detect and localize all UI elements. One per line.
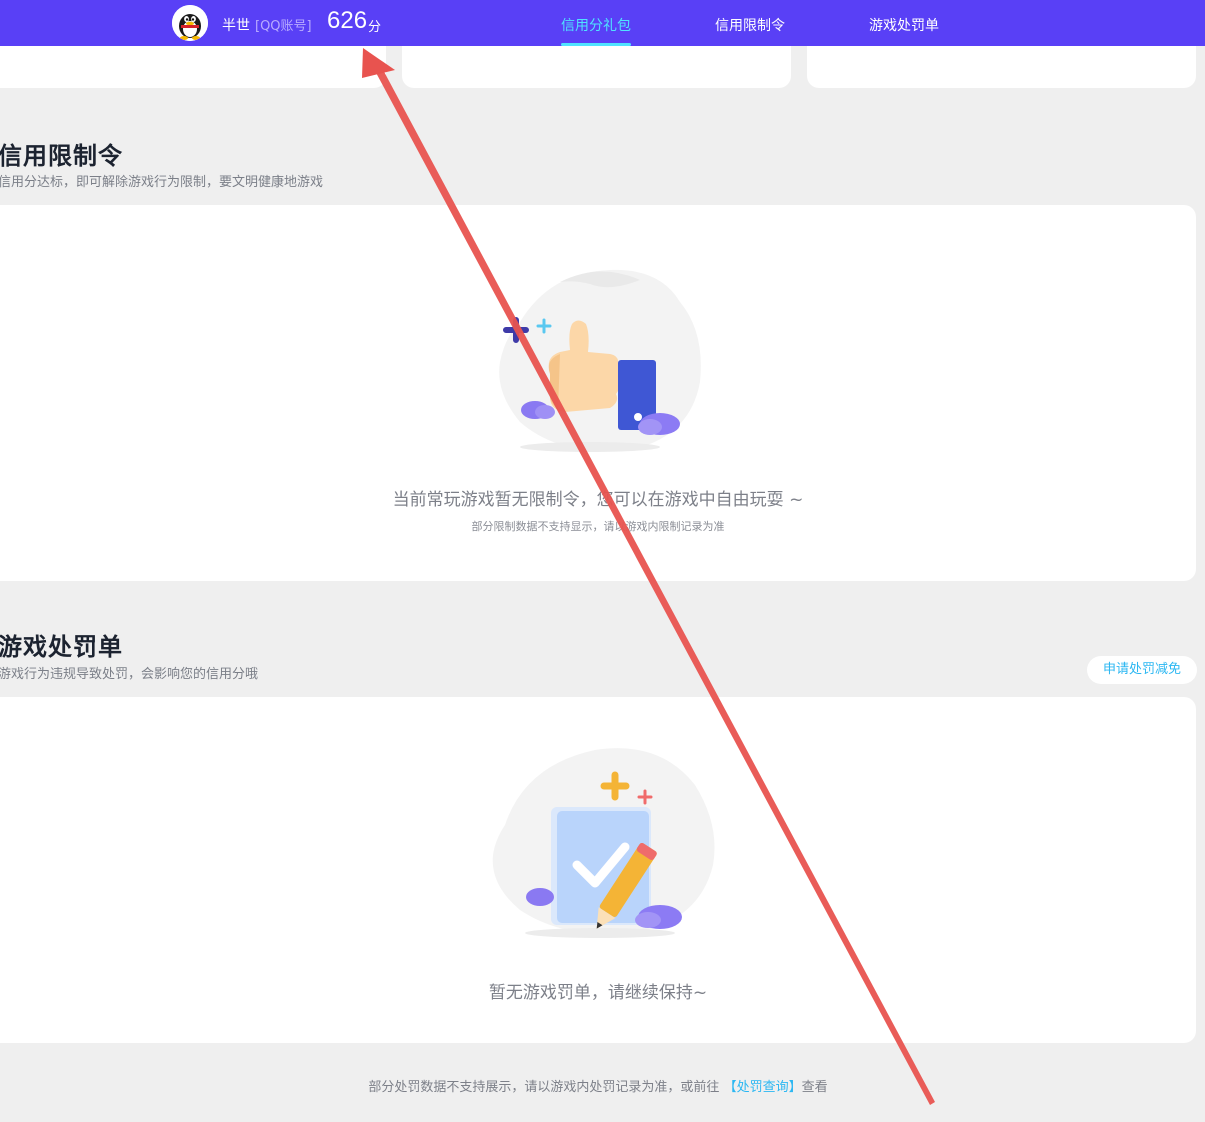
penalty-section-subtitle: 游戏行为违规导致处罚，会影响您的信用分哦 (0, 667, 259, 682)
restriction-section-subtitle: 信用分达标，即可解除游戏行为限制，要文明健康地游戏 (0, 175, 324, 190)
user-name: 半世 (222, 18, 250, 34)
restriction-note: 部分限制数据不支持显示，请以游戏内限制记录为准 (471, 520, 725, 533)
tab-game-penalty[interactable]: 游戏处罚单 (869, 15, 939, 35)
credit-page: 半世 [QQ账号] 626 分 信用分礼包 信用限制令 游戏处罚单 信用限制令 … (0, 0, 1205, 1122)
account-type: [QQ账号] (255, 19, 312, 34)
apply-penalty-reduction-button[interactable]: 申请处罚减免 (1087, 656, 1197, 684)
qq-penguin-avatar-icon (172, 5, 208, 41)
penalty-query-link[interactable]: 【处罚查询】 (724, 1080, 802, 1095)
penalty-section-title: 游戏处罚单 (0, 633, 123, 661)
footer-text-before: 部分处罚数据不支持展示，请以游戏内处罚记录为准，或前往 (368, 1080, 720, 1095)
user-avatar[interactable] (172, 5, 208, 41)
top-nav-bar: 半世 [QQ账号] 626 分 信用分礼包 信用限制令 游戏处罚单 (0, 0, 1205, 46)
tab-credit-restriction[interactable]: 信用限制令 (715, 15, 785, 35)
thumbs-up-illustration-icon (499, 269, 701, 452)
active-tab-indicator (561, 43, 631, 46)
credit-score: 626 (327, 7, 368, 34)
restriction-section-title: 信用限制令 (0, 142, 123, 170)
checklist-pencil-illustration-icon (492, 748, 715, 938)
credit-score-unit: 分 (368, 20, 382, 35)
restriction-empty-text: 当前常玩游戏暂无限制令，您可以在游戏中自由玩耍 ~ (392, 490, 804, 510)
tab-credit-gift[interactable]: 信用分礼包 (561, 15, 631, 35)
penalty-footer-note: 部分处罚数据不支持展示，请以游戏内处罚记录为准，或前往 【处罚查询】查看 (0, 1076, 1196, 1095)
footer-text-after: 查看 (801, 1080, 828, 1095)
penalty-empty-text: 暂无游戏罚单，请继续保持~ (488, 983, 708, 1003)
